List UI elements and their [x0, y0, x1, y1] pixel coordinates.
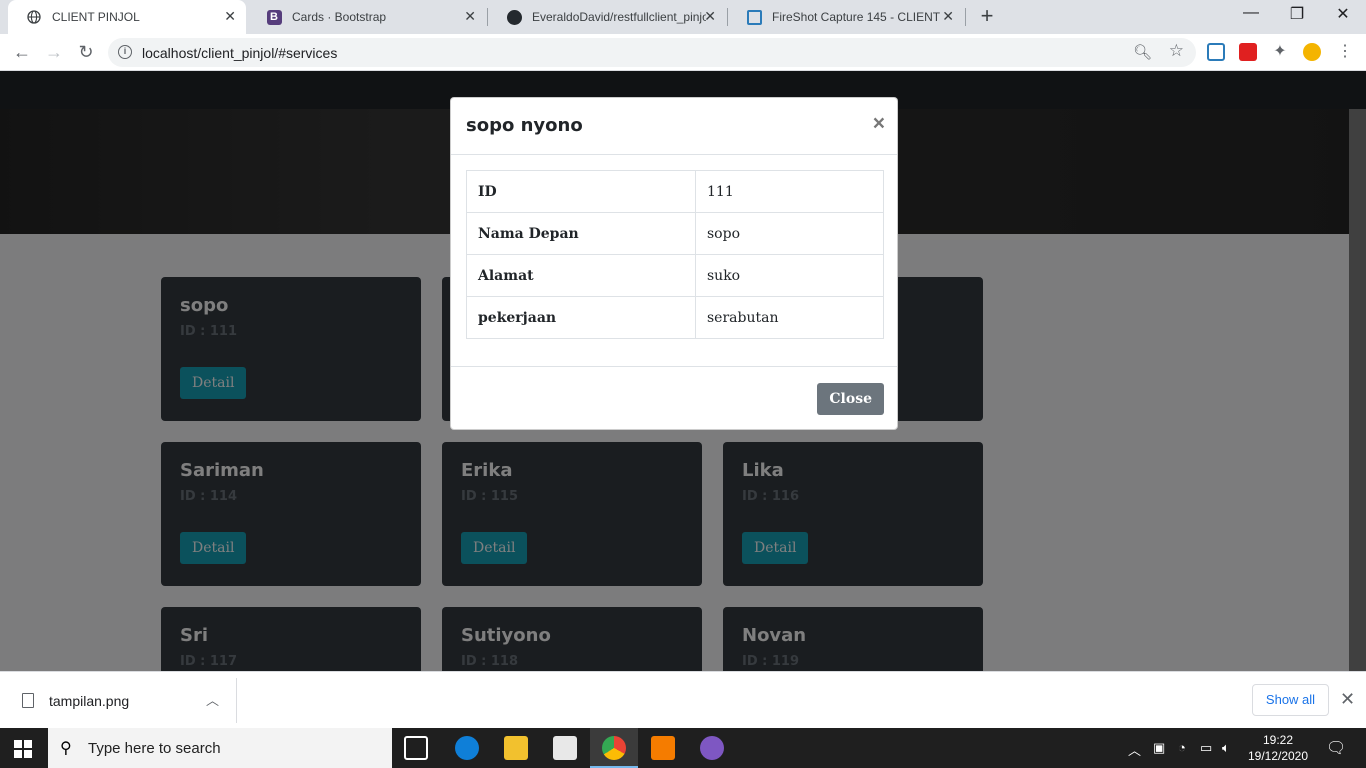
tab-label: CLIENT PINJOL: [52, 10, 140, 24]
battery-icon[interactable]: ▭: [1200, 740, 1212, 756]
row-key: pekerjaan: [466, 296, 696, 339]
tab-close-icon[interactable]: ✕: [704, 8, 716, 25]
restore-icon[interactable]: ❐: [1274, 4, 1320, 24]
modal-header: sopo nyono ×: [451, 98, 897, 155]
tab-close-icon[interactable]: ✕: [464, 8, 476, 25]
extensions-puzzle-icon[interactable]: ✦: [1271, 43, 1289, 61]
downloads-close-icon[interactable]: ✕: [1340, 689, 1355, 710]
xampp-icon[interactable]: [651, 736, 675, 760]
minimize-icon[interactable]: —: [1228, 4, 1274, 22]
modal-title: sopo nyono: [466, 115, 583, 136]
row-value: serabutan: [695, 296, 884, 339]
back-icon[interactable]: ←: [10, 41, 34, 65]
reload-icon[interactable]: ↻: [74, 41, 98, 65]
tray-chevron-icon[interactable]: ︿: [1128, 740, 1141, 759]
new-tab-button[interactable]: +: [976, 5, 998, 27]
clock-date: 19/12/2020: [1247, 749, 1309, 763]
close-button[interactable]: Close: [817, 383, 884, 415]
task-view-icon[interactable]: [404, 736, 428, 760]
github-icon: [506, 9, 522, 25]
file-icon: [22, 693, 34, 708]
site-info-icon[interactable]: i: [118, 45, 132, 59]
chrome-taskbar-button[interactable]: [590, 728, 638, 768]
row-key: ID: [466, 170, 696, 213]
table-row: Nama Depan sopo: [466, 212, 884, 255]
detail-modal: sopo nyono × ID 111 Nama Depan sopo Alam…: [450, 97, 898, 430]
chevron-up-icon[interactable]: ︿: [206, 690, 219, 709]
browser-toolbar: ← → ↻ i localhost/client_pinjol/#service…: [0, 34, 1366, 71]
row-value: sopo: [695, 212, 884, 255]
tab-fireshot[interactable]: FireShot Capture 145 - CLIENT PINJOL ✕: [728, 0, 964, 34]
tab-strip: CLIENT PINJOL ✕ B Cards · Bootstrap ✕ Ev…: [0, 0, 1366, 34]
tab-cards-bootstrap[interactable]: B Cards · Bootstrap ✕: [248, 0, 486, 34]
chrome-icon: [602, 736, 626, 760]
window-close-icon[interactable]: ✕: [1320, 4, 1366, 24]
windows-start-icon[interactable]: [14, 740, 32, 758]
windows-taskbar: ⚲ Type here to search ︿ ▣ ◔ ▭ 🔈︎ 19:22 1…: [0, 728, 1366, 768]
tab-label: Cards · Bootstrap: [292, 10, 387, 24]
address-bar[interactable]: i localhost/client_pinjol/#services 🔍︎ ☆: [108, 38, 1196, 67]
edge-icon[interactable]: [455, 736, 479, 760]
detail-table: ID 111 Nama Depan sopo Alamat suko peker…: [466, 170, 884, 339]
tab-github[interactable]: EveraldoDavid/restfullclient_pinjol ✕: [488, 0, 726, 34]
fireshot-icon: [746, 9, 762, 25]
notification-icon[interactable]: 🗨︎: [1326, 738, 1346, 758]
row-key: Nama Depan: [466, 212, 696, 255]
app-icon[interactable]: [700, 736, 724, 760]
fireshot-extension-icon[interactable]: [1207, 43, 1225, 61]
tab-label: EveraldoDavid/restfullclient_pinjol: [532, 10, 706, 24]
meet-now-icon[interactable]: ▣: [1153, 740, 1165, 756]
tab-close-icon[interactable]: ✕: [224, 8, 236, 25]
show-all-button[interactable]: Show all: [1252, 684, 1329, 716]
table-row: ID 111: [466, 170, 884, 213]
volume-icon[interactable]: 🔈︎: [1222, 740, 1230, 756]
system-clock[interactable]: 19:22 19/12/2020: [1244, 732, 1312, 764]
table-row: pekerjaan serabutan: [466, 296, 884, 339]
table-row: Alamat suko: [466, 254, 884, 297]
profile-avatar[interactable]: [1303, 43, 1321, 61]
tab-client-pinjol[interactable]: CLIENT PINJOL ✕: [8, 0, 246, 34]
forward-icon[interactable]: →: [42, 41, 66, 65]
search-icon: ⚲: [60, 740, 72, 757]
taskbar-search[interactable]: ⚲ Type here to search: [48, 728, 392, 768]
row-key: Alamat: [466, 254, 696, 297]
bookmark-star-icon[interactable]: ☆: [1169, 41, 1184, 61]
network-icon[interactable]: ◔: [1178, 740, 1186, 755]
modal-close-icon[interactable]: ×: [873, 112, 885, 136]
modal-body: ID 111 Nama Depan sopo Alamat suko peker…: [466, 170, 884, 339]
tab-label: FireShot Capture 145 - CLIENT PINJOL: [772, 10, 944, 24]
store-icon[interactable]: [553, 736, 577, 760]
record-extension-icon[interactable]: [1239, 43, 1257, 61]
downloads-bar: tampilan.png ︿ Show all ✕: [0, 671, 1366, 728]
globe-icon: [26, 9, 42, 25]
bootstrap-icon: B: [266, 9, 282, 25]
row-value: 111: [695, 170, 884, 213]
row-value: suko: [695, 254, 884, 297]
file-explorer-icon[interactable]: [504, 736, 528, 760]
tab-close-icon[interactable]: ✕: [942, 8, 954, 25]
search-placeholder: Type here to search: [88, 740, 221, 757]
download-file-name[interactable]: tampilan.png: [49, 693, 129, 709]
clock-time: 19:22: [1262, 733, 1294, 747]
modal-footer: Close: [451, 366, 897, 430]
menu-kebab-icon[interactable]: ⋮: [1336, 43, 1354, 61]
url-text: localhost/client_pinjol/#services: [142, 45, 338, 61]
zoom-icon[interactable]: 🔍︎: [1133, 43, 1152, 61]
